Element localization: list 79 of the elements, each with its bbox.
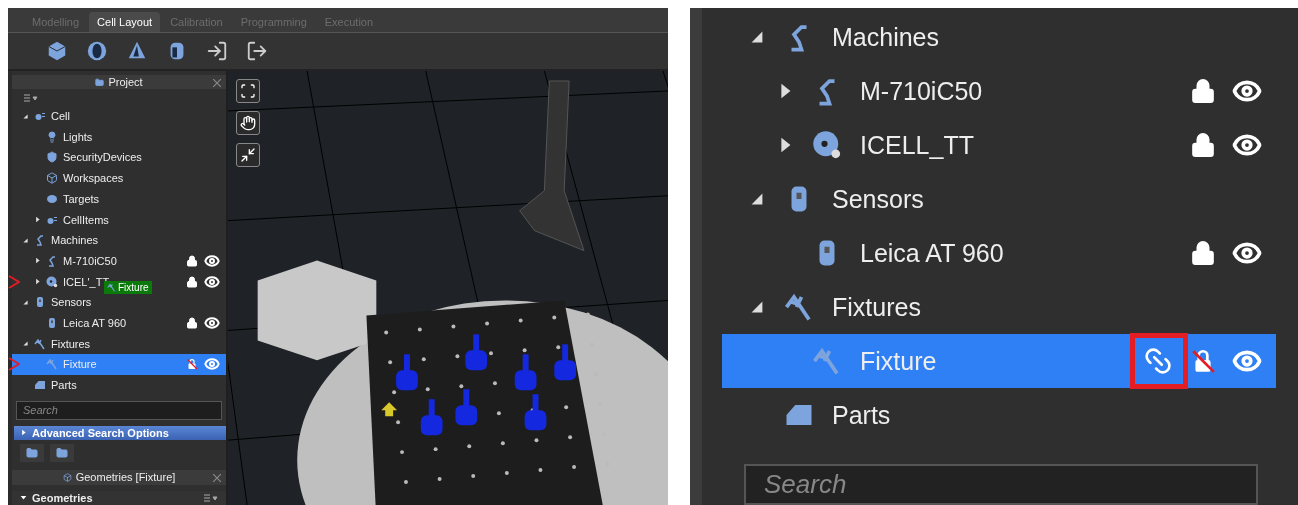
frame-corners-icon bbox=[240, 83, 256, 99]
part-icon bbox=[34, 379, 46, 391]
tree-item-label[interactable]: Sensors bbox=[51, 296, 92, 309]
hand-tool-button[interactable] bbox=[236, 111, 260, 135]
sensor-icon bbox=[46, 316, 58, 329]
caliper-icon bbox=[107, 283, 116, 293]
expanded-arrow-icon[interactable] bbox=[22, 298, 29, 306]
export-tool-icon[interactable] bbox=[246, 40, 268, 62]
tree-item-label[interactable]: Leica AT 960 bbox=[860, 238, 1004, 268]
sensor-icon bbox=[34, 296, 46, 309]
tree-item-label[interactable]: Lights bbox=[63, 130, 93, 143]
tree-item-label[interactable]: ICELL_TT bbox=[860, 130, 974, 160]
folder-icon bbox=[56, 447, 68, 460]
collapse-button[interactable] bbox=[236, 143, 260, 167]
collapsed-arrow-icon[interactable] bbox=[34, 216, 41, 223]
menu-icon[interactable] bbox=[24, 93, 38, 102]
panel-tab[interactable] bbox=[20, 444, 44, 463]
target-icon bbox=[46, 192, 58, 205]
lock-icon[interactable] bbox=[1190, 132, 1216, 158]
panel-tab[interactable] bbox=[50, 444, 74, 463]
lock-icon[interactable] bbox=[186, 254, 198, 267]
menu-icon[interactable] bbox=[204, 493, 218, 502]
tree-item-label[interactable]: M-710iC50 bbox=[860, 76, 983, 106]
tree-item-label[interactable]: Cell bbox=[51, 110, 70, 123]
disc-icon bbox=[46, 275, 58, 288]
caliper-icon bbox=[46, 358, 58, 371]
tree-item-label[interactable]: Parts bbox=[51, 379, 77, 391]
lock-icon[interactable] bbox=[1190, 240, 1216, 266]
caliper-icon bbox=[34, 337, 46, 350]
ribbon-tab[interactable]: Cell Layout bbox=[89, 12, 161, 32]
section-title: Geometries bbox=[32, 491, 93, 504]
lock-icon[interactable] bbox=[1190, 78, 1216, 104]
tree-item-label[interactable]: Fixtures bbox=[51, 337, 91, 350]
tree-item-label[interactable]: Leica AT 960 bbox=[63, 316, 127, 329]
import-tool-icon[interactable] bbox=[206, 40, 228, 62]
expanded-arrow-icon[interactable] bbox=[22, 236, 29, 244]
advanced-search-bar[interactable]: Advanced Search Options bbox=[14, 425, 226, 441]
lock-icon[interactable] bbox=[186, 275, 198, 288]
tree-item-label[interactable]: Machines bbox=[51, 234, 99, 247]
tree-item-label[interactable]: Sensors bbox=[832, 184, 924, 214]
cube-tool-icon[interactable] bbox=[46, 40, 68, 62]
panel-title: Geometries [Fixture] bbox=[75, 471, 176, 484]
tree-item-label[interactable]: Targets bbox=[63, 192, 100, 205]
tree-item-label[interactable]: M-710iC50 bbox=[63, 254, 117, 267]
lock-off-icon[interactable] bbox=[186, 358, 198, 371]
disc-icon bbox=[812, 130, 842, 160]
close-icon[interactable] bbox=[213, 79, 221, 87]
search-field[interactable]: Search bbox=[744, 464, 1258, 505]
cube-icon bbox=[46, 172, 58, 185]
inward-arrows-icon bbox=[240, 147, 256, 163]
tree-item-label[interactable]: Parts bbox=[832, 400, 891, 430]
close-icon[interactable] bbox=[213, 474, 221, 483]
caret-down-icon bbox=[20, 494, 27, 502]
collapsed-arrow-icon[interactable] bbox=[34, 278, 41, 286]
cell-icon bbox=[34, 110, 46, 123]
shield-icon bbox=[46, 151, 58, 164]
tree-item-label[interactable]: Fixtures bbox=[832, 292, 921, 322]
collapsed-arrow-icon[interactable] bbox=[34, 257, 41, 265]
eye-icon[interactable] bbox=[204, 252, 220, 269]
fit-view-button[interactable] bbox=[236, 79, 260, 103]
tree-item-label[interactable]: Workspaces bbox=[63, 172, 124, 185]
tree-item-label[interactable]: SecurityDevices bbox=[63, 151, 142, 164]
folder-icon bbox=[95, 77, 105, 87]
lock-icon[interactable] bbox=[186, 316, 198, 329]
lightbulb-icon bbox=[46, 130, 58, 143]
lock-off-icon[interactable] bbox=[1190, 348, 1216, 374]
eye-icon[interactable] bbox=[204, 273, 220, 290]
tree-item-label[interactable]: Machines bbox=[832, 22, 939, 52]
geometry-icon bbox=[62, 472, 72, 482]
expanded-arrow-icon[interactable] bbox=[22, 112, 29, 120]
caret-right-icon bbox=[20, 429, 27, 437]
expanded-arrow-icon[interactable] bbox=[22, 340, 29, 348]
sphere-tool-icon[interactable] bbox=[86, 40, 108, 62]
folder-icon bbox=[26, 447, 38, 460]
hand-icon bbox=[240, 115, 256, 131]
search-field[interactable]: Search bbox=[16, 401, 222, 420]
panel-title: Project bbox=[108, 76, 143, 89]
tree-item-label[interactable]: CellItems bbox=[63, 213, 109, 226]
eye-icon[interactable] bbox=[204, 314, 220, 331]
